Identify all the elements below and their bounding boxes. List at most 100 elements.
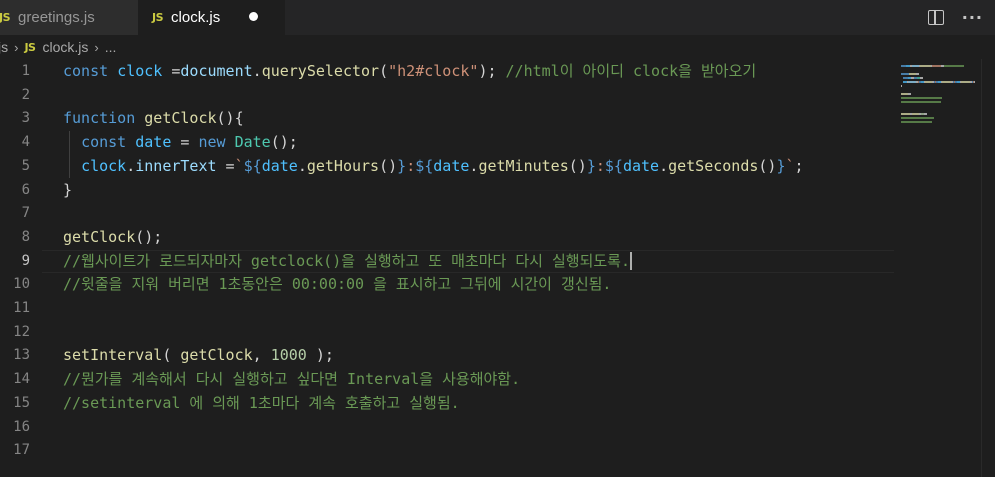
breadcrumb-folder[interactable]: js	[0, 39, 8, 55]
minimap[interactable]	[897, 59, 981, 477]
minimap-token	[944, 65, 964, 67]
minimap-token	[920, 65, 931, 67]
code-token: }	[776, 156, 786, 175]
code-token: .	[126, 156, 136, 175]
code-line: //setinterval 에 의해 1초마다 계속 호출하고 실행됨.	[63, 392, 460, 416]
code-token: getClock	[180, 346, 253, 365]
chevron-right-icon: ›	[94, 39, 99, 55]
minimap-token	[974, 81, 975, 83]
code-token: getMinutes	[478, 156, 569, 175]
code-token: ();	[135, 227, 163, 246]
line-number: 11	[13, 300, 30, 316]
code-token: function	[63, 109, 145, 128]
code-token: document	[180, 62, 253, 80]
line-number: 3	[21, 110, 30, 127]
code-token: 1000	[270, 346, 307, 365]
line-number: 12	[13, 323, 30, 340]
code-line: setInterval( getClock, 1000 );	[63, 344, 334, 368]
code-token: );	[306, 346, 334, 365]
code-editor[interactable]: 1 2 3 4 5 6 7 8 9 10 11 12 13 14 15 16 17 const clock =d…	[0, 59, 995, 477]
line-number: 9	[21, 252, 30, 269]
line-number: 5	[21, 157, 30, 174]
code-token: .	[252, 62, 262, 80]
editor-tab-bar: JS greetings.js JS clock.js ···	[0, 0, 995, 35]
minimap-token	[901, 73, 909, 75]
minimap-token	[912, 65, 919, 67]
vertical-scrollbar[interactable]	[981, 59, 995, 477]
code-token: const	[63, 62, 118, 80]
code-token: date	[433, 156, 470, 175]
code-token: =	[162, 62, 181, 80]
minimap-token	[912, 113, 919, 115]
code-token: innerText	[135, 156, 217, 175]
line-number-gutter[interactable]: 1 2 3 4 5 6 7 8 9 10 11 12 13 14 15 16 17	[0, 59, 42, 477]
tab-clock-js[interactable]: JS clock.js	[138, 0, 285, 35]
code-token: ()	[568, 156, 587, 175]
code-token: date	[261, 156, 298, 175]
line-number: 8	[21, 228, 30, 245]
line-number: 7	[21, 205, 30, 222]
javascript-file-icon: JS	[152, 11, 164, 24]
code-token: =	[171, 133, 199, 152]
code-token: date	[135, 133, 172, 152]
tab-greetings-js[interactable]: JS greetings.js	[0, 0, 138, 35]
code-token: (	[379, 62, 389, 80]
minimap-token	[901, 101, 941, 103]
code-line: function getClock(){	[63, 107, 244, 131]
breadcrumb-symbol[interactable]: ...	[105, 39, 117, 55]
breadcrumb-file[interactable]: JS clock.js	[24, 39, 88, 55]
unsaved-changes-icon[interactable]	[249, 12, 258, 21]
code-line: clock.innerText =`${date.getHours()}:${d…	[63, 155, 804, 179]
line-number: 4	[21, 134, 30, 151]
code-token: Date	[234, 133, 271, 152]
line-number: 17	[13, 442, 30, 459]
code-token: ;	[794, 156, 804, 175]
code-token: //setinterval 에 의해 1초마다 계속 호출하고 실행됨.	[63, 393, 460, 412]
code-line: const date = new Date();	[63, 131, 298, 155]
code-token: clock	[117, 62, 163, 80]
code-token: //윗줄을 지워 버리면 1초동안은 00:00:00 을 표시하고 그뒤에 시…	[63, 275, 612, 294]
minimap-token	[901, 117, 934, 119]
minimap-token	[961, 81, 970, 83]
code-token: ${	[604, 156, 623, 175]
code-token: }	[63, 180, 73, 199]
code-token: ${	[243, 156, 262, 175]
code-token: `	[785, 156, 795, 175]
minimap-token	[924, 113, 927, 115]
code-token: ${	[415, 156, 434, 175]
code-token: clock	[81, 156, 127, 175]
code-token: //html이 아이디 clock을 받아오기	[505, 62, 757, 80]
minimap-token	[908, 81, 916, 83]
code-token: "h2#clock"	[388, 62, 479, 80]
split-editor-icon[interactable]	[927, 10, 944, 25]
code-token: setInterval	[63, 346, 163, 365]
code-token: :	[595, 156, 605, 175]
line-number: 10	[13, 276, 30, 293]
code-token: =	[216, 156, 235, 175]
javascript-file-icon: JS	[24, 40, 36, 54]
more-actions-icon[interactable]: ···	[962, 8, 983, 27]
tab-label: greetings.js	[18, 9, 95, 26]
javascript-file-icon: JS	[0, 11, 11, 24]
minimap-token	[901, 85, 902, 87]
code-token: //웹사이트가 로드되자마자 getclock()을 실행하고 또 매초마다 다…	[63, 251, 631, 270]
code-token: date	[622, 156, 660, 175]
code-token: );	[478, 62, 506, 80]
minimap-token	[901, 113, 910, 115]
code-token: (){	[216, 109, 244, 128]
code-token: `	[234, 156, 244, 175]
code-area[interactable]: const clock =document.querySelector("h2#…	[63, 59, 893, 477]
code-line: }	[63, 179, 72, 203]
code-token: .	[659, 156, 669, 175]
line-number: 13	[13, 347, 30, 364]
code-token: ()	[758, 156, 777, 175]
minimap-token	[916, 73, 919, 75]
chevron-right-icon: ›	[14, 39, 19, 55]
tab-bar-actions: ···	[927, 0, 995, 35]
code-line: const clock =document.querySelector("h2#…	[63, 60, 756, 84]
code-token: }	[397, 156, 407, 175]
code-token: ,	[252, 346, 271, 365]
code-token: :	[406, 156, 416, 175]
